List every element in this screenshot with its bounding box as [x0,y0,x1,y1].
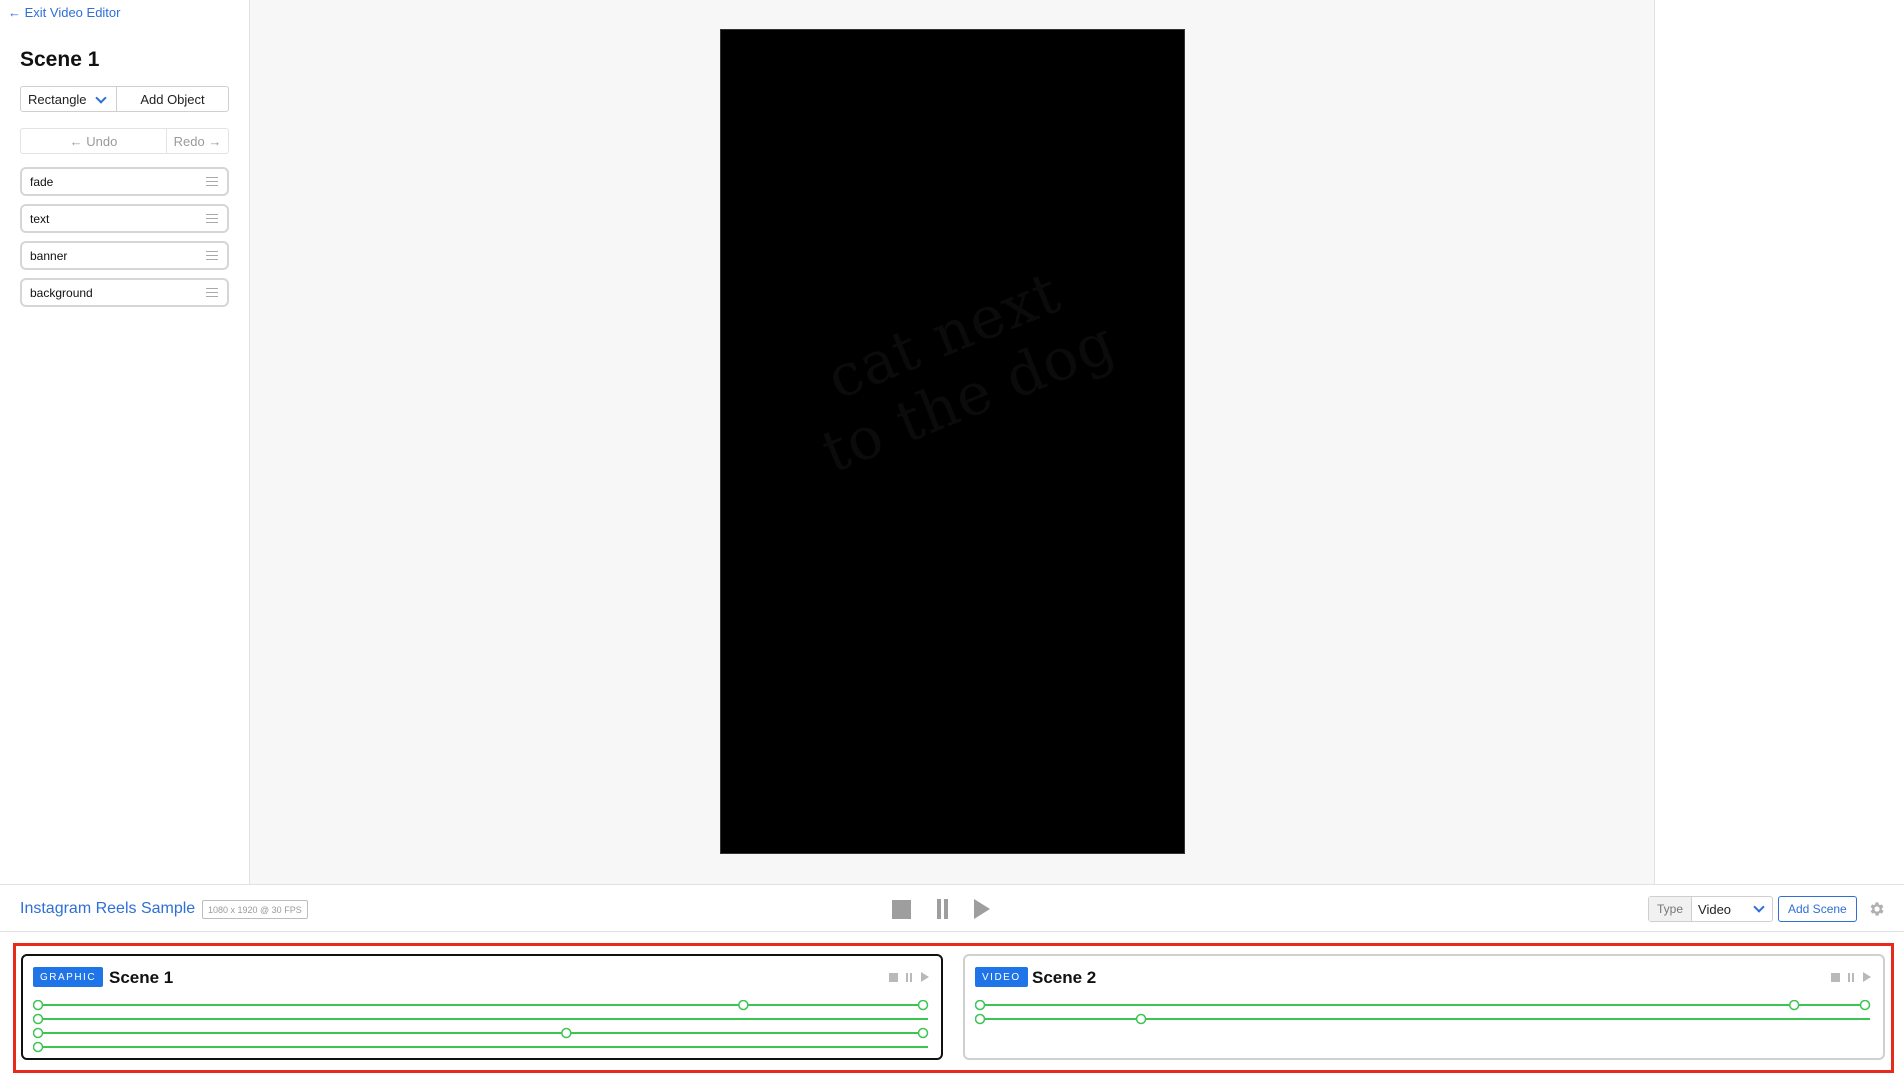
drag-handle-icon[interactable] [206,214,218,224]
preview-ghost-text: cat next to the dog [812,258,1125,487]
shape-type-select[interactable]: Rectangle [21,87,117,111]
add-object-button[interactable]: Add Object [117,87,228,111]
scene-type-badge: GRAPHIC [33,967,104,987]
layer-item-text[interactable]: text [20,204,229,233]
video-preview-canvas[interactable]: cat next to the dog [720,29,1185,854]
layer-item-banner[interactable]: banner [20,241,229,270]
keyframe-handle[interactable] [917,1000,929,1011]
keyframe-handle[interactable] [33,1027,44,1039]
scene-card-2[interactable]: VIDEO Scene 2 [963,954,1885,1060]
scene-playback-controls [889,972,929,982]
scene-type-badge: VIDEO [975,967,1028,987]
keyframe-handle[interactable] [33,1013,44,1025]
scene-card-title: Scene 1 [109,968,174,987]
undo-button[interactable]: ← Undo [21,129,167,153]
keyframe-handle[interactable] [975,1000,986,1011]
scene-title: Scene 1 [20,48,100,71]
properties-panel [1656,0,1904,884]
layer-label: banner [30,248,68,263]
play-icon[interactable] [974,899,990,919]
scene-timeline-strip: GRAPHIC Scene 1 VIDEO Scene 2 [13,943,1894,1073]
play-icon[interactable] [1863,972,1871,982]
keyframe-handle[interactable] [1859,1000,1871,1011]
keyframe-handle[interactable] [561,1027,572,1039]
stop-icon[interactable] [892,899,911,919]
keyframe-handle[interactable] [738,1000,749,1011]
history-group: ← Undo Redo → [20,128,229,154]
layer-item-fade[interactable]: fade [20,167,229,196]
canvas-area: cat next to the dog [250,0,1655,884]
drag-handle-icon[interactable] [206,177,218,187]
project-toolbar: Instagram Reels Sample 1080 x 1920 @ 30 … [0,884,1904,932]
project-format-badge: 1080 x 1920 @ 30 FPS [202,900,308,919]
scene-type-value: Video [1698,901,1732,917]
scene-type-group: Type Video [1648,896,1774,922]
keyframe-handle[interactable] [1788,1000,1800,1011]
exit-video-editor-link[interactable]: ← Exit Video Editor [8,5,120,20]
scene-type-select[interactable]: Video [1692,897,1772,921]
chevron-down-icon [1753,901,1765,913]
pause-icon[interactable] [1848,972,1855,982]
playback-controls [892,899,990,919]
pause-icon[interactable] [933,899,952,919]
scene-type-label: Type [1649,897,1693,921]
keyframe-handle[interactable] [917,1027,929,1039]
scene-card-title: Scene 2 [1032,968,1097,987]
layer-label: fade [30,174,54,189]
layer-label: text [30,211,50,226]
stop-icon[interactable] [889,972,898,982]
keyframe-handle[interactable] [33,1000,44,1011]
scene-tracks [975,1000,1871,1025]
chevron-down-icon [95,92,107,104]
scene-playback-controls [1831,972,1871,982]
gear-icon[interactable] [1868,900,1886,918]
play-icon[interactable] [921,972,929,982]
scene-tracks [33,1000,929,1053]
keyframe-handle[interactable] [975,1013,986,1025]
scene-card-1[interactable]: GRAPHIC Scene 1 [21,954,943,1060]
scene-sidebar: ← Exit Video Editor Scene 1 Rectangle Ad… [0,0,250,884]
editor-workspace: ← Exit Video Editor Scene 1 Rectangle Ad… [0,0,1904,884]
layer-item-background[interactable]: background [20,278,229,307]
drag-handle-icon[interactable] [206,288,218,298]
add-scene-button[interactable]: Add Scene [1778,896,1857,922]
layer-list: fade text banner background [20,167,229,315]
pause-icon[interactable] [906,972,913,982]
shape-type-value: Rectangle [28,91,87,107]
keyframe-handle[interactable] [1135,1013,1147,1025]
project-name-link[interactable]: Instagram Reels Sample [20,900,195,918]
stop-icon[interactable] [1831,972,1840,982]
keyframe-handle[interactable] [33,1041,44,1053]
layer-label: background [30,285,93,300]
drag-handle-icon[interactable] [206,251,218,261]
add-object-group: Rectangle Add Object [20,86,229,112]
redo-button[interactable]: Redo → [167,129,228,153]
